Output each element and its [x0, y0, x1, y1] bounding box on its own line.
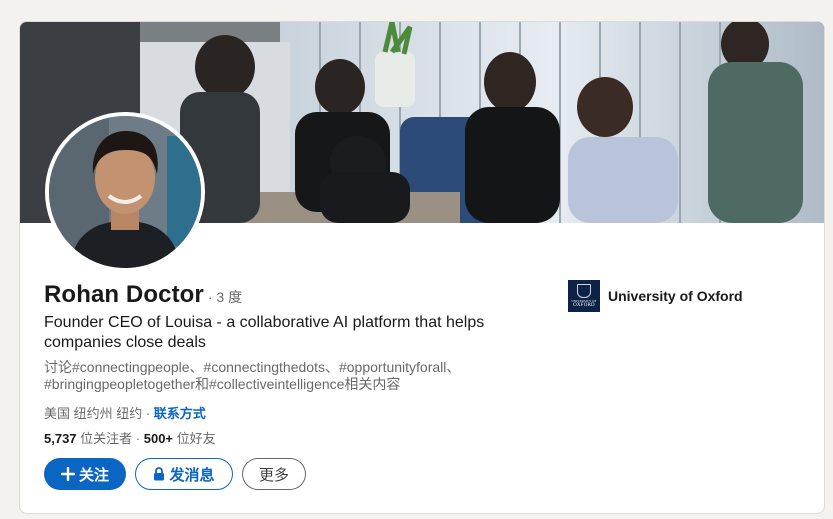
stats-separator: · — [132, 431, 144, 446]
profile-name: Rohan Doctor — [44, 281, 204, 308]
name-row: Rohan Doctor · 3 度 — [44, 281, 242, 309]
location-text: 美国 纽约州 纽约 · — [44, 406, 154, 421]
oxford-logo: UNIVERSITY OF OXFORD — [568, 280, 600, 312]
education-name: University of Oxford — [608, 288, 743, 304]
topics-line-1: 讨论#connectingpeople、#connectingthedots、#… — [44, 359, 461, 375]
connections-count[interactable]: 500+ — [144, 431, 173, 446]
topics-line-2: #bringingpeopletogether和#collectiveintel… — [44, 376, 401, 392]
message-button[interactable]: 发消息 — [135, 458, 233, 490]
crest-icon — [577, 284, 591, 298]
message-label: 发消息 — [169, 466, 215, 484]
contact-info-link[interactable]: 联系方式 — [154, 406, 206, 421]
topics-text: 讨论#connectingpeople、#connectingthedots、#… — [44, 359, 544, 393]
stats-row: 5,737 位关注者 · 500+ 位好友 — [44, 428, 216, 447]
more-label: 更多 — [258, 466, 289, 484]
lock-icon — [153, 467, 165, 481]
more-button[interactable]: 更多 — [242, 458, 306, 490]
location-row: 美国 纽约州 纽约 · 联系方式 — [44, 403, 206, 422]
profile-card: Yo wh Rohan Doctor · 3 度 Founder CEO of … — [19, 21, 825, 514]
connections-label: 位好友 — [173, 431, 216, 446]
logo-text-2: OXFORD — [573, 303, 595, 308]
connection-degree: · 3 度 — [207, 289, 243, 305]
avatar[interactable] — [45, 112, 205, 272]
follow-button[interactable]: 关注 — [44, 458, 126, 490]
education-link[interactable]: UNIVERSITY OF OXFORD University of Oxfor… — [568, 280, 743, 312]
plus-icon — [60, 467, 75, 481]
follow-label: 关注 — [78, 466, 109, 484]
action-buttons: 关注 发消息 更多 — [44, 458, 306, 490]
followers-label: 位关注者 — [76, 431, 133, 446]
followers-count[interactable]: 5,737 — [44, 431, 77, 446]
profile-headline: Founder CEO of Louisa - a collaborative … — [44, 314, 485, 351]
